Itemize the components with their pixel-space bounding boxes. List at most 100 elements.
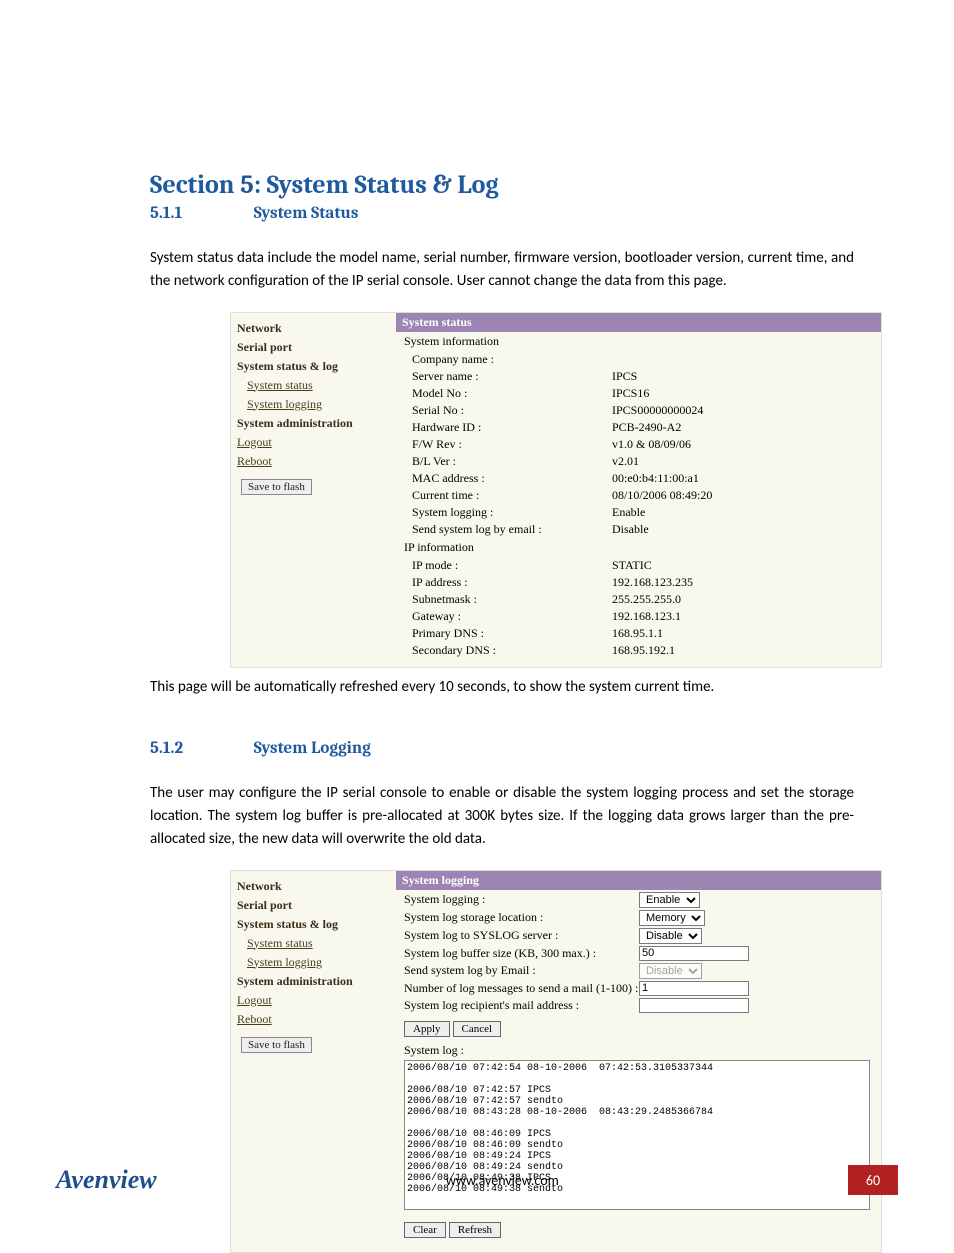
refresh-button[interactable]: Refresh [449, 1222, 501, 1238]
document-page: Section 5: System Status & Log 5.1.1 Sys… [0, 0, 954, 1235]
status-row: Subnetmask :255.255.255.0 [396, 591, 881, 608]
nav-system-admin[interactable]: System administration [237, 974, 396, 989]
status-key: F/W Rev : [396, 436, 612, 453]
subsection-5-1-1: 5.1.1 System Status [150, 204, 854, 223]
subsection-number: 5.1.1 [150, 204, 250, 223]
group-system-info: System information [396, 332, 881, 351]
system-status-screenshot: Network Serial port System status & log … [230, 312, 882, 668]
status-key: IP address : [396, 574, 612, 591]
status-title-bar: System status [396, 313, 881, 332]
nav-serial-port[interactable]: Serial port [237, 898, 396, 913]
save-to-flash-button[interactable]: Save to flash [241, 1037, 312, 1053]
select-storage-location[interactable]: Memory [639, 910, 705, 926]
status-row: F/W Rev :v1.0 & 08/09/06 [396, 436, 881, 453]
status-key: MAC address : [396, 470, 612, 487]
status-row: Send system log by email :Disable [396, 521, 881, 538]
label-recipient-mail: System log recipient's mail address : [404, 998, 639, 1013]
row-syslog-server: System log to SYSLOG server : Disable [404, 928, 881, 944]
system-logging-screenshot: Network Serial port System status & log … [230, 870, 882, 1253]
label-syslog-server: System log to SYSLOG server : [404, 928, 639, 943]
paragraph-2: This page will be automatically refreshe… [150, 676, 854, 699]
cancel-button[interactable]: Cancel [453, 1021, 502, 1037]
status-value: v1.0 & 08/09/06 [612, 436, 881, 453]
subsection-title: System Logging [254, 739, 371, 758]
status-rows-1: Company name :Server name :IPCSModel No … [396, 351, 881, 538]
status-row: MAC address :00:e0:b4:11:00:a1 [396, 470, 881, 487]
nav-serial-port[interactable]: Serial port [237, 340, 396, 355]
select-syslog-server[interactable]: Disable [639, 928, 702, 944]
paragraph-3: The user may configure the IP serial con… [150, 782, 854, 852]
nav-status-log[interactable]: System status & log [237, 359, 396, 374]
status-key: Company name : [396, 351, 612, 368]
row-num-messages: Number of log messages to send a mail (1… [404, 981, 881, 996]
status-key: Subnetmask : [396, 591, 612, 608]
status-value: 192.168.123.1 [612, 608, 881, 625]
status-value: IPCS00000000024 [612, 402, 881, 419]
system-log-label: System log : [404, 1043, 881, 1058]
page-footer: Avenview www.avenview.com 60 [0, 1165, 954, 1195]
status-value: IPCS [612, 368, 881, 385]
nav-system-admin[interactable]: System administration [237, 416, 396, 431]
status-key: Primary DNS : [396, 625, 612, 642]
status-value: v2.01 [612, 453, 881, 470]
input-num-messages[interactable] [639, 981, 749, 996]
status-value: 192.168.123.235 [612, 574, 881, 591]
status-row: Model No :IPCS16 [396, 385, 881, 402]
footer-url: www.avenview.com [446, 1172, 559, 1189]
logging-title-bar: System logging [396, 871, 881, 890]
status-value: STATIC [612, 557, 881, 574]
nav-system-status[interactable]: System status [247, 936, 396, 951]
row-storage-location: System log storage location : Memory [404, 910, 881, 926]
select-system-logging[interactable]: Enable [639, 892, 700, 908]
status-key: B/L Ver : [396, 453, 612, 470]
label-system-logging: System logging : [404, 892, 639, 907]
status-key: Model No : [396, 385, 612, 402]
status-key: Send system log by email : [396, 521, 612, 538]
label-num-messages: Number of log messages to send a mail (1… [404, 981, 639, 996]
status-row: Primary DNS :168.95.1.1 [396, 625, 881, 642]
status-key: Current time : [396, 487, 612, 504]
status-row: Hardware ID :PCB-2490-A2 [396, 419, 881, 436]
nav-network[interactable]: Network [237, 321, 396, 336]
status-value: IPCS16 [612, 385, 881, 402]
status-key: Server name : [396, 368, 612, 385]
save-to-flash-button[interactable]: Save to flash [241, 479, 312, 495]
status-row: IP address :192.168.123.235 [396, 574, 881, 591]
nav-reboot[interactable]: Reboot [237, 454, 396, 469]
nav-sidebar: Network Serial port System status & log … [231, 313, 396, 667]
status-key: IP mode : [396, 557, 612, 574]
status-row: Server name :IPCS [396, 368, 881, 385]
select-send-email[interactable]: Disable [639, 963, 702, 979]
nav-reboot[interactable]: Reboot [237, 1012, 396, 1027]
subsection-5-1-2: 5.1.2 System Logging [150, 739, 854, 758]
paragraph-1: System status data include the model nam… [150, 247, 854, 294]
clear-refresh-buttons: Clear Refresh [404, 1222, 881, 1238]
nav-system-logging[interactable]: System logging [247, 955, 396, 970]
status-row: Serial No :IPCS00000000024 [396, 402, 881, 419]
status-key: System logging : [396, 504, 612, 521]
status-rows-2: IP mode :STATICIP address :192.168.123.2… [396, 557, 881, 659]
status-row: System logging :Enable [396, 504, 881, 521]
nav-network[interactable]: Network [237, 879, 396, 894]
nav-status-log[interactable]: System status & log [237, 917, 396, 932]
nav-system-status[interactable]: System status [247, 378, 396, 393]
section-title: Section 5: System Status & Log [150, 170, 854, 200]
status-value: 168.95.192.1 [612, 642, 881, 659]
input-buffer-size[interactable] [639, 946, 749, 961]
label-buffer-size: System log buffer size (KB, 300 max.) : [404, 946, 639, 961]
apply-cancel-buttons: Apply Cancel [404, 1021, 881, 1037]
brand-logo: Avenview [56, 1165, 157, 1195]
clear-button[interactable]: Clear [404, 1222, 446, 1238]
row-recipient-mail: System log recipient's mail address : [404, 998, 881, 1013]
page-number: 60 [848, 1165, 898, 1195]
input-recipient-mail[interactable] [639, 998, 749, 1013]
row-send-email: Send system log by Email : Disable [404, 963, 881, 979]
nav-logout[interactable]: Logout [237, 993, 396, 1008]
status-row: IP mode :STATIC [396, 557, 881, 574]
subsection-title: System Status [254, 204, 359, 223]
apply-button[interactable]: Apply [404, 1021, 450, 1037]
status-key: Gateway : [396, 608, 612, 625]
nav-system-logging[interactable]: System logging [247, 397, 396, 412]
nav-logout[interactable]: Logout [237, 435, 396, 450]
status-key: Secondary DNS : [396, 642, 612, 659]
